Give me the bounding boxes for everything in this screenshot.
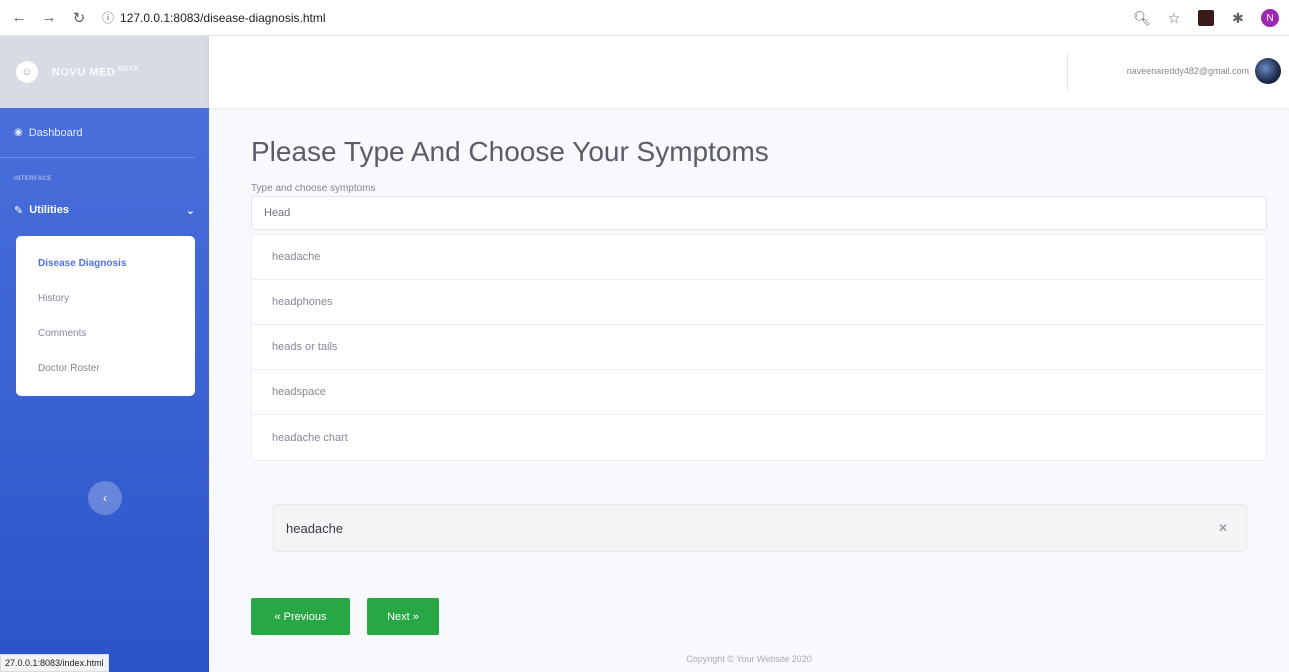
suggestion-item[interactable]: headphones xyxy=(252,280,1266,325)
profile-avatar[interactable]: N xyxy=(1261,9,1279,27)
sidebar: ☺ NOVU MED BETA ◉ Dashboard INTERFACE ✎ U… xyxy=(0,36,209,672)
link-status-tooltip: 27.0.0.1:8083/index.html xyxy=(0,654,109,672)
brand-logo-icon: ☺ xyxy=(16,61,38,83)
next-button[interactable]: Next » xyxy=(367,598,439,635)
reload-icon[interactable]: ↻ xyxy=(68,7,90,29)
sidebar-item-label: Utilities xyxy=(29,204,69,216)
sidebar-item-label: Dashboard xyxy=(28,126,83,139)
suggestion-list: headache headphones heads or tails heads… xyxy=(251,234,1267,461)
dashboard-icon: ◉ xyxy=(14,127,23,138)
sidebar-item-utilities[interactable]: ✎ Utilities ⌄ xyxy=(0,192,209,228)
brand-badge: BETA xyxy=(118,65,139,73)
bookmark-star-icon[interactable]: ☆ xyxy=(1165,9,1183,27)
topbar: naveenareddy482@gmail.com xyxy=(209,36,1289,108)
chevron-down-icon: ⌄ xyxy=(185,204,195,217)
footer: Copyright © Your Website 2020 xyxy=(209,654,1289,672)
pdf-extension-icon[interactable] xyxy=(1197,9,1215,27)
extensions-puzzle-icon[interactable]: ✱ xyxy=(1229,9,1247,27)
sidebar-toggle-button[interactable]: ‹ xyxy=(88,481,122,515)
user-avatar[interactable] xyxy=(1255,58,1281,84)
zoom-icon[interactable]: 🔍︎ xyxy=(1133,9,1151,27)
suggestion-item[interactable]: headache chart xyxy=(252,415,1266,460)
sidebar-item-dashboard[interactable]: ◉ Dashboard xyxy=(0,108,195,158)
copyright-text: Copyright © Your Website 2020 xyxy=(686,654,812,664)
address-bar[interactable]: ⓘ 127.0.0.1:8083/disease-diagnosis.html xyxy=(102,5,326,31)
utilities-submenu: Disease Diagnosis History Comments Docto… xyxy=(16,236,195,396)
submenu-item-comments[interactable]: Comments xyxy=(16,316,195,351)
page-title: Please Type And Choose Your Symptoms xyxy=(251,136,769,167)
wrench-icon: ✎ xyxy=(14,204,24,217)
browser-actions: 🔍︎ ☆ ✱ N xyxy=(1133,0,1279,36)
selected-symptom: headache ✕ xyxy=(273,504,1247,552)
submenu-item-disease-diagnosis[interactable]: Disease Diagnosis xyxy=(16,246,195,281)
topbar-divider xyxy=(1067,54,1068,90)
browser-toolbar: ← → ↻ ⓘ 127.0.0.1:8083/disease-diagnosis… xyxy=(0,0,1289,36)
chevron-left-icon: ‹ xyxy=(103,491,107,505)
submenu-item-history[interactable]: History xyxy=(16,281,195,316)
sidebar-heading: INTERFACE xyxy=(14,176,52,182)
suggestion-item[interactable]: headache xyxy=(252,235,1266,280)
submenu-item-doctor-roster[interactable]: Doctor Roster xyxy=(16,351,195,386)
url-text[interactable]: 127.0.0.1:8083/disease-diagnosis.html xyxy=(120,11,325,25)
user-email[interactable]: naveenareddy482@gmail.com xyxy=(1127,66,1249,76)
brand-name: NOVU MED BETA xyxy=(52,65,139,79)
brand[interactable]: ☺ NOVU MED BETA xyxy=(0,36,209,108)
selected-symptom-label: headache xyxy=(286,520,344,536)
info-icon[interactable]: ⓘ xyxy=(102,9,114,26)
suggestion-item[interactable]: heads or tails xyxy=(252,325,1266,370)
symptom-search-input[interactable] xyxy=(251,196,1267,230)
back-arrow-icon[interactable]: ← xyxy=(8,7,30,29)
previous-button[interactable]: « Previous xyxy=(251,598,350,635)
symptom-field-label: Type and choose symptoms xyxy=(251,183,376,194)
suggestion-item[interactable]: headspace xyxy=(252,370,1266,415)
forward-arrow-icon[interactable]: → xyxy=(38,7,60,29)
main-content: Please Type And Choose Your Symptoms Typ… xyxy=(209,108,1289,672)
close-icon[interactable]: ✕ xyxy=(1218,521,1228,535)
